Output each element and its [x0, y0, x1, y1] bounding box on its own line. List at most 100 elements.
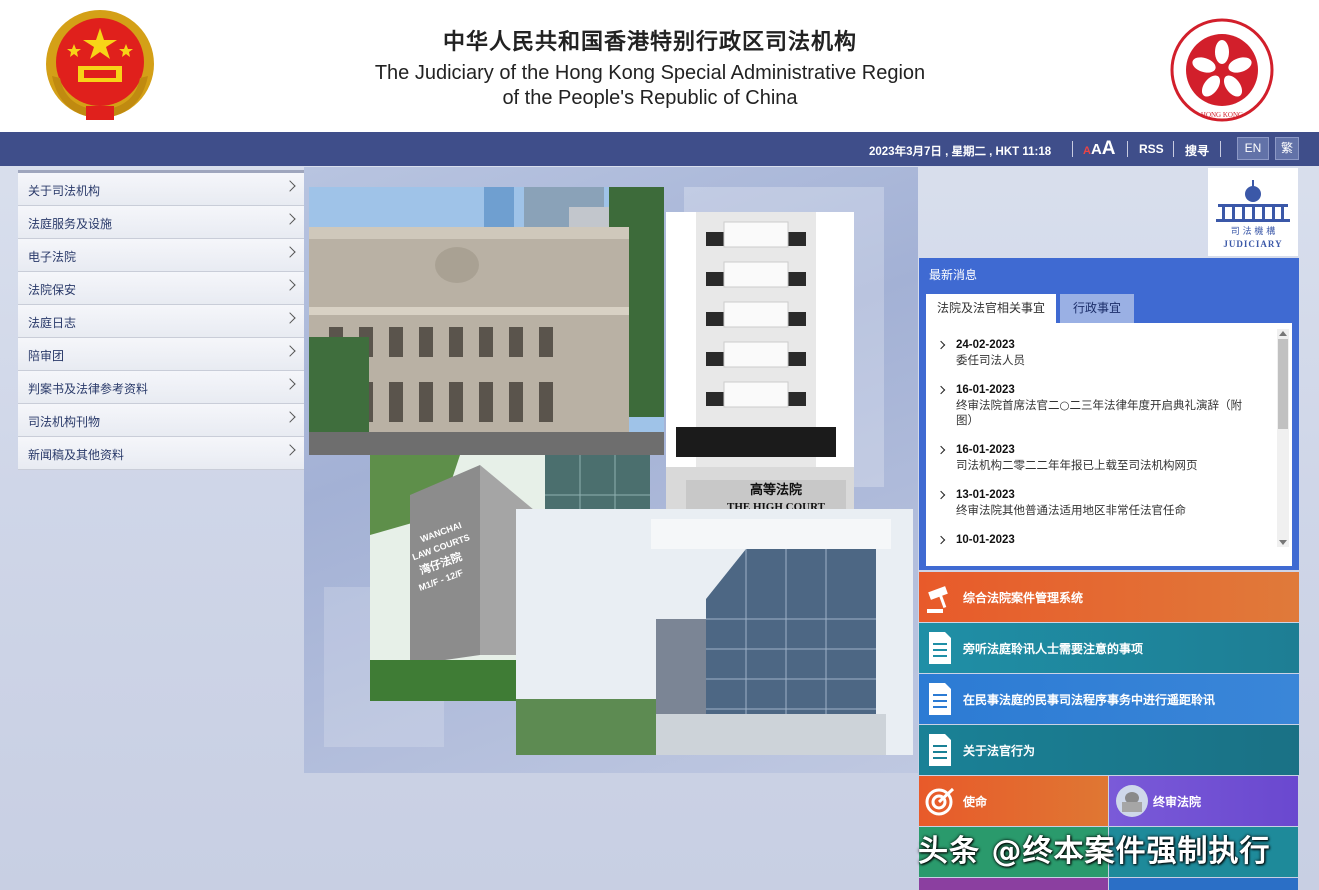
chevron-right-icon	[284, 246, 296, 258]
news-title: 最新消息	[929, 268, 978, 282]
tab-administrative[interactable]: 行政事宜	[1060, 294, 1134, 323]
chevron-right-icon	[936, 340, 946, 350]
hearing-notes-link[interactable]: 旁听法庭聆讯人士需要注意的事项	[919, 623, 1299, 673]
next-tile-right-2[interactable]	[1109, 878, 1298, 890]
title-english-line1: The Judiciary of the Hong Kong Special A…	[374, 62, 926, 84]
news-headline[interactable]: 委任司法人员	[956, 353, 1256, 368]
chevron-right-icon	[284, 378, 296, 390]
title-chinese: 中华人民共和国香港特别行政区司法机构	[442, 30, 857, 55]
menu-item-about[interactable]: 关于司法机构	[18, 173, 304, 206]
court-of-final-appeal-tile[interactable]: 终审法院	[1109, 776, 1298, 826]
news-date: 24-02-2023	[956, 339, 1015, 351]
latest-news-panel: 最新消息 法院及法官相关事宜 行政事宜 24-02-2023 委任司法人员 16…	[919, 258, 1299, 570]
font-size-controls[interactable]: AAA	[1083, 138, 1116, 160]
remote-hearing-link[interactable]: 在民事法庭的民事司法程序事务中进行遥距聆讯	[919, 674, 1299, 724]
site-header: 中华人民共和国香港特别行政区司法机构 The Judiciary of the …	[0, 0, 1319, 132]
news-item[interactable]: 24-02-2023 委任司法人员	[936, 339, 1256, 369]
menu-item-court-services[interactable]: 法庭服务及设施	[18, 206, 304, 239]
chevron-right-icon	[936, 385, 946, 395]
menu-item-e-court[interactable]: 电子法院	[18, 239, 304, 272]
divider	[1220, 141, 1221, 157]
menu-item-court-security[interactable]: 法院保安	[18, 272, 304, 305]
district-court-building-photo	[516, 509, 913, 755]
menu-item-label: 电子法院	[28, 250, 77, 264]
judiciary-logo-icon: 司 法 機 構 JUDICIARY	[1208, 168, 1298, 256]
news-item[interactable]: 16-01-2023 司法机构二零二二年年报已上载至司法机构网页	[936, 444, 1256, 474]
news-date: 16-01-2023	[956, 444, 1015, 456]
lang-en-button[interactable]: EN	[1237, 137, 1269, 160]
chevron-right-icon	[284, 444, 296, 456]
tab-court-matters[interactable]: 法院及法官相关事宜	[926, 294, 1056, 323]
scroll-down-icon[interactable]	[1279, 540, 1287, 545]
judiciary-logo-en: JUDICIARY	[1223, 239, 1282, 249]
news-date: 10-01-2023	[956, 534, 1015, 546]
hero-banner: 高等法院 THE HIGH COURT WANCHAI LAW COURTS 湾…	[304, 167, 918, 773]
news-item[interactable]: 13-01-2023 终审法院其他普通法适用地区非常任法官任命	[936, 489, 1256, 519]
news-item[interactable]: 10-01-2023	[936, 534, 1256, 554]
prc-national-emblem-icon	[46, 10, 154, 120]
menu-item-publications[interactable]: 司法机构刊物	[18, 404, 304, 437]
scroll-thumb[interactable]	[1278, 339, 1288, 429]
news-scrollbar[interactable]	[1277, 329, 1289, 547]
menu-item-label: 判案书及法律参考资料	[28, 382, 149, 396]
chevron-right-icon	[284, 345, 296, 357]
document-icon	[929, 632, 951, 664]
font-size-medium-button[interactable]: A	[1091, 141, 1102, 158]
court-building-icon	[1116, 785, 1148, 817]
document-icon	[929, 734, 951, 766]
chevron-right-icon	[284, 279, 296, 291]
quick-link-label: 在民事法庭的民事司法程序事务中进行遥距聆讯	[963, 693, 1216, 707]
main-navigation: 关于司法机构 法庭服务及设施 电子法院 法院保安 法庭日志 陪审团 判案书及法律…	[18, 170, 304, 470]
utility-bar: 2023年3月7日 , 星期二 , HKT 11:18 AAA RSS 搜寻	[0, 132, 1319, 166]
divider	[1173, 141, 1174, 157]
lang-tc-button[interactable]: 繁	[1275, 137, 1299, 160]
news-headline[interactable]: 终审法院首席法官二○二三年法律年度开启典礼演辞（附图）	[956, 398, 1256, 428]
menu-item-label: 法庭日志	[28, 316, 77, 330]
news-item[interactable]: 16-01-2023 终审法院首席法官二○二三年法律年度开启典礼演辞（附图）	[936, 384, 1256, 429]
search-link[interactable]: 搜寻	[1185, 142, 1209, 159]
site-title: 中华人民共和国香港特别行政区司法机构 The Judiciary of the …	[330, 24, 970, 110]
judicial-conduct-link[interactable]: 关于法官行为	[919, 725, 1299, 775]
high-court-sign-chinese: 高等法院	[750, 482, 802, 498]
divider	[1127, 141, 1128, 157]
chevron-right-icon	[284, 411, 296, 423]
judiciary-logo-zh: 司 法 機 構	[1231, 225, 1276, 237]
target-icon	[925, 787, 955, 816]
quick-link-label: 关于法官行为	[963, 744, 1036, 758]
next-tile-left-2[interactable]	[919, 878, 1108, 890]
rss-link[interactable]: RSS	[1139, 142, 1164, 156]
chevron-right-icon	[284, 312, 296, 324]
current-datetime: 2023年3月7日 , 星期二 , HKT 11:18	[869, 146, 1052, 158]
menu-item-label: 新闻稿及其他资料	[28, 448, 125, 462]
news-headline[interactable]: 司法机构二零二二年年报已上载至司法机构网页	[956, 458, 1256, 473]
chevron-right-icon	[284, 180, 296, 192]
menu-item-judgments[interactable]: 判案书及法律参考资料	[18, 371, 304, 404]
menu-item-daily-cause-list[interactable]: 法庭日志	[18, 305, 304, 338]
mission-tile[interactable]: 使命	[919, 776, 1108, 826]
menu-item-label: 司法机构刊物	[28, 415, 101, 429]
chevron-right-icon	[936, 445, 946, 455]
tile-label: 终审法院	[1153, 795, 1202, 809]
divider	[1072, 141, 1073, 157]
chevron-right-icon	[936, 490, 946, 500]
news-date: 13-01-2023	[956, 489, 1015, 501]
iccms-link[interactable]: 综合法院案件管理系统	[919, 572, 1299, 622]
quick-link-label: 旁听法庭聆讯人士需要注意的事项	[963, 642, 1144, 656]
menu-item-label: 关于司法机构	[28, 184, 101, 198]
gavel-icon	[927, 586, 948, 613]
high-court-photo: 高等法院 THE HIGH COURT	[666, 212, 854, 542]
watermark-overlay: 头条 @终本案件强制执行	[918, 834, 1271, 869]
menu-item-label: 陪审团	[28, 349, 65, 363]
court-of-final-appeal-photo	[309, 187, 664, 455]
menu-item-jury[interactable]: 陪审团	[18, 338, 304, 371]
font-size-large-button[interactable]: A	[1102, 138, 1116, 159]
menu-item-press-releases[interactable]: 新闻稿及其他资料	[18, 437, 304, 470]
font-size-small-button[interactable]: A	[1083, 145, 1091, 157]
hksar-emblem-icon: HONG KONG	[1170, 18, 1274, 122]
scroll-up-icon[interactable]	[1279, 331, 1287, 336]
document-icon	[929, 683, 951, 715]
title-english-line2: of the People's Republic of China	[502, 87, 798, 109]
menu-item-label: 法庭服务及设施	[28, 217, 113, 231]
news-headline[interactable]: 终审法院其他普通法适用地区非常任法官任命	[956, 503, 1256, 518]
chevron-right-icon	[936, 535, 946, 545]
